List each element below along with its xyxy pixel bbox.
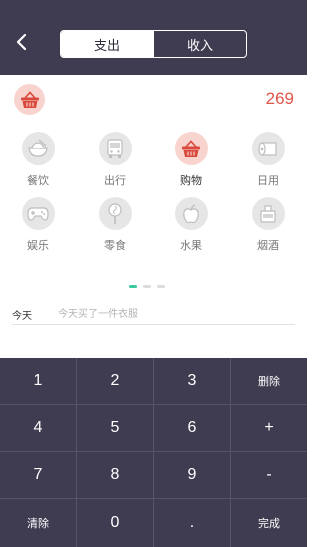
wine-bottle-icon [251, 197, 285, 230]
lollipop-icon [98, 197, 132, 230]
note-input[interactable] [58, 305, 288, 323]
back-arrow-icon[interactable] [12, 32, 32, 52]
key-6[interactable]: 6 [154, 405, 231, 452]
page-indicator [129, 285, 165, 288]
key-5[interactable]: 5 [77, 405, 154, 452]
tissue-roll-icon [251, 132, 285, 165]
shopping-basket-icon [174, 132, 208, 165]
tab-expense[interactable]: 支出 [61, 31, 153, 57]
shopping-basket-icon [14, 84, 45, 115]
key-9[interactable]: 9 [154, 452, 231, 499]
amount-display: 269 [265, 89, 294, 108]
date-label[interactable]: 今天 [12, 307, 32, 322]
category-label: 零食 [104, 239, 126, 252]
tab-income[interactable]: 收入 [153, 31, 246, 57]
page-dot-active[interactable] [129, 285, 137, 288]
category-label: 日用 [257, 174, 279, 187]
key-1[interactable]: 1 [0, 358, 77, 405]
key-8[interactable]: 8 [77, 452, 154, 499]
category-label: 餐饮 [27, 174, 49, 187]
type-switch: 支出 收入 [60, 30, 247, 58]
category-label: 娱乐 [27, 239, 49, 252]
key-2[interactable]: 2 [77, 358, 154, 405]
category-snacks[interactable]: 零食 [85, 197, 145, 253]
page-dot[interactable] [157, 285, 165, 288]
top-bar: 支出 收入 [0, 0, 307, 75]
done-button[interactable]: 完成 [231, 499, 307, 547]
category-label: 出行 [104, 174, 126, 187]
clear-button[interactable]: 清除 [0, 499, 77, 547]
category-daily[interactable]: 日用 [238, 132, 298, 188]
rice-bowl-icon [21, 132, 55, 165]
delete-button[interactable]: 删除 [231, 358, 307, 405]
minus-button[interactable]: - [231, 452, 307, 499]
category-transport[interactable]: 出行 [85, 132, 145, 188]
key-4[interactable]: 4 [0, 405, 77, 452]
key-3[interactable]: 3 [154, 358, 231, 405]
bus-icon [98, 132, 132, 165]
page-dot[interactable] [143, 285, 151, 288]
category-fruit[interactable]: 水果 [161, 197, 221, 253]
category-label: 烟酒 [257, 239, 279, 252]
category-label: 购物 [180, 174, 202, 187]
number-keypad: 1 2 3 删除 4 5 6 + 7 8 9 - 清除 0 . 完成 [0, 358, 307, 547]
category-entertainment[interactable]: 娱乐 [8, 197, 68, 253]
decimal-point-button[interactable]: . [154, 499, 231, 547]
key-0[interactable]: 0 [77, 499, 154, 547]
amount-row: 269 [0, 75, 307, 123]
key-7[interactable]: 7 [0, 452, 77, 499]
plus-button[interactable]: + [231, 405, 307, 452]
category-tobacco-alcohol[interactable]: 烟酒 [238, 197, 298, 253]
category-dining[interactable]: 餐饮 [8, 132, 68, 188]
category-label: 水果 [180, 239, 202, 252]
note-row: 今天 [12, 303, 295, 325]
apple-icon [174, 197, 208, 230]
category-shopping[interactable]: 购物 [161, 132, 221, 188]
gamepad-icon [21, 197, 55, 230]
